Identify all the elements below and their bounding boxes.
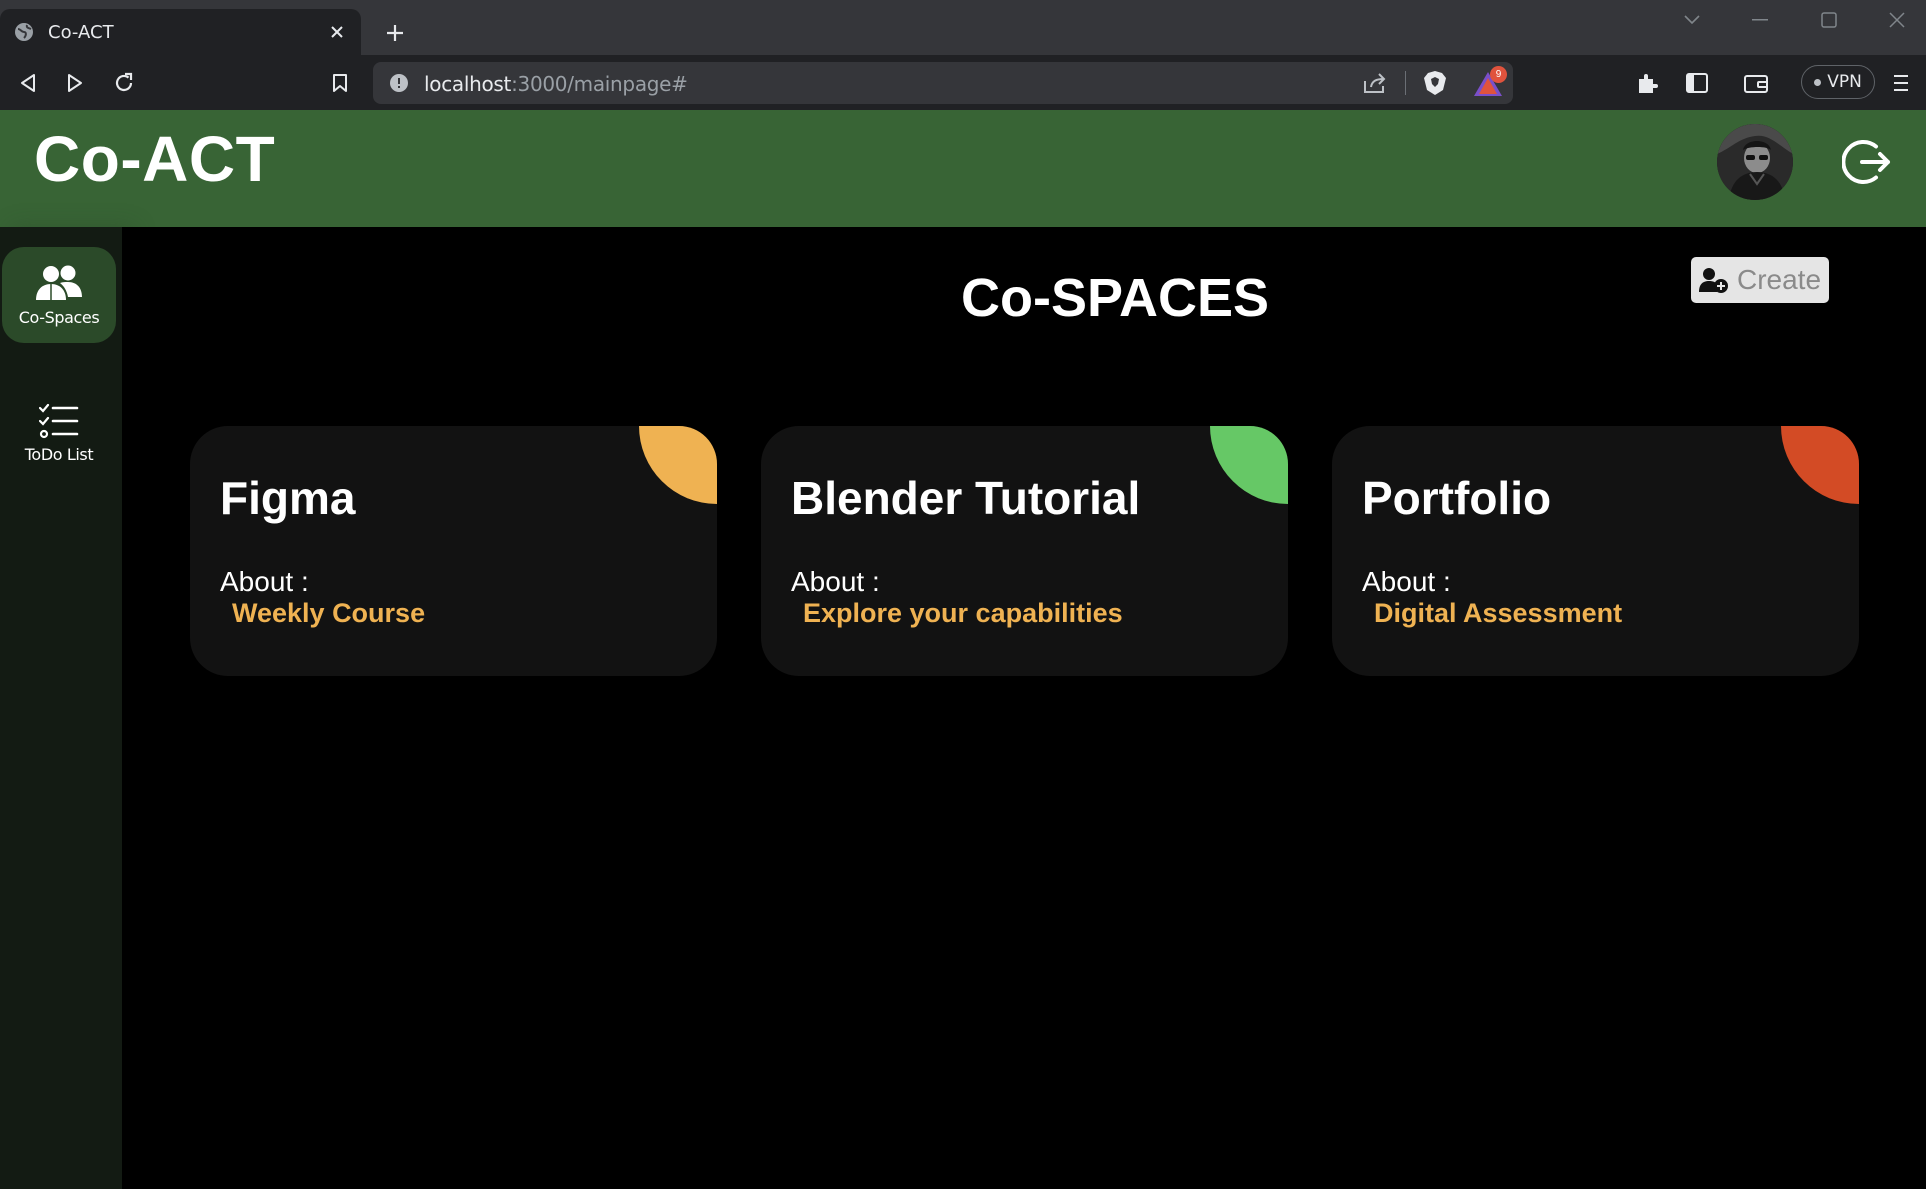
wallet-icon[interactable] bbox=[1740, 67, 1772, 99]
card-about-label: About : bbox=[1362, 566, 1451, 597]
app-logo[interactable]: Co-ACT bbox=[34, 122, 275, 196]
group-icon bbox=[35, 264, 83, 302]
cospace-card[interactable]: Figma About : Weekly Course bbox=[190, 426, 717, 676]
sidebar-item-label: ToDo List bbox=[24, 444, 94, 464]
sidebar: Co-Spaces ToDo List bbox=[0, 227, 122, 1189]
card-description: Digital Assessment bbox=[1374, 598, 1623, 628]
new-tab-button[interactable] bbox=[380, 18, 410, 48]
close-window-icon[interactable] bbox=[1880, 8, 1914, 32]
share-icon[interactable] bbox=[1362, 71, 1388, 95]
card-title: Portfolio bbox=[1362, 472, 1552, 524]
address-bar[interactable]: localhost:3000/mainpage# 9 bbox=[373, 62, 1513, 104]
address-bar-divider bbox=[1405, 71, 1406, 95]
menu-icon[interactable] bbox=[1885, 67, 1917, 99]
site-info-icon[interactable] bbox=[390, 74, 408, 92]
card-about-label: About : bbox=[220, 566, 309, 597]
browser-tab[interactable]: Co-ACT bbox=[0, 9, 361, 55]
sidebar-item-todo-list[interactable]: ToDo List bbox=[2, 385, 116, 481]
logout-icon[interactable] bbox=[1842, 136, 1894, 188]
bookmark-icon[interactable] bbox=[324, 67, 356, 99]
back-icon[interactable] bbox=[12, 67, 44, 99]
avatar[interactable] bbox=[1717, 124, 1793, 200]
card-description: Explore your capabilities bbox=[803, 598, 1123, 628]
app-header: Co-ACT bbox=[0, 110, 1926, 227]
cospace-card[interactable]: Portfolio About : Digital Assessment bbox=[1332, 426, 1859, 676]
card-about-label: About : bbox=[791, 566, 880, 597]
card-accent-corner bbox=[639, 426, 717, 504]
url-text: localhost:3000/mainpage# bbox=[424, 72, 688, 96]
close-tab-icon[interactable] bbox=[325, 20, 349, 44]
main-content: Co-SPACES Create Figma About : Weekly Co… bbox=[122, 227, 1926, 1189]
vpn-status-dot bbox=[1814, 78, 1822, 86]
card-accent-corner bbox=[1210, 426, 1288, 504]
create-button[interactable]: Create bbox=[1691, 257, 1829, 303]
card-description: Weekly Course bbox=[232, 598, 426, 628]
sidebar-toggle-icon[interactable] bbox=[1681, 67, 1713, 99]
url-path: :3000/mainpage# bbox=[511, 72, 688, 96]
cospace-card[interactable]: Blender Tutorial About : Explore your ca… bbox=[761, 426, 1288, 676]
maximize-icon[interactable] bbox=[1812, 8, 1846, 32]
globe-icon bbox=[14, 22, 34, 42]
card-title: Figma bbox=[220, 472, 356, 524]
sidebar-item-label: Co-Spaces bbox=[18, 307, 100, 327]
create-button-label: Create bbox=[1736, 264, 1822, 295]
sidebar-item-co-spaces[interactable]: Co-Spaces bbox=[2, 247, 116, 343]
vpn-label: VPN bbox=[1827, 72, 1862, 92]
url-host: localhost bbox=[424, 72, 512, 96]
add-user-icon bbox=[1698, 267, 1737, 293]
brave-shields-icon[interactable] bbox=[1422, 70, 1448, 96]
forward-icon[interactable] bbox=[59, 67, 91, 99]
tab-search-chevron-icon[interactable] bbox=[1675, 8, 1709, 32]
minimize-icon[interactable] bbox=[1743, 8, 1777, 32]
browser-toolbar: localhost:3000/mainpage# 9 VPN bbox=[0, 55, 1926, 110]
extensions-icon[interactable] bbox=[1631, 67, 1663, 99]
rewards-count-badge: 9 bbox=[1490, 66, 1507, 83]
checklist-icon bbox=[39, 403, 79, 439]
reload-icon[interactable] bbox=[108, 67, 140, 99]
tab-title: Co-ACT bbox=[48, 21, 114, 43]
page-title: Co-SPACES bbox=[960, 268, 1270, 328]
card-title: Blender Tutorial bbox=[791, 472, 1141, 524]
browser-tab-bar: Co-ACT bbox=[0, 0, 1926, 55]
card-accent-corner bbox=[1781, 426, 1859, 504]
vpn-button[interactable]: VPN bbox=[1801, 65, 1875, 99]
